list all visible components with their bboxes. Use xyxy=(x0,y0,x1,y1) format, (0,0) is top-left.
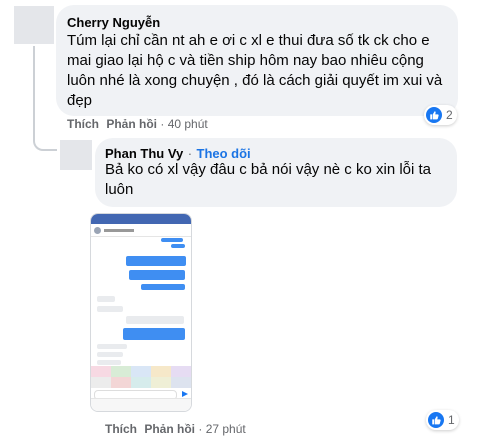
chat-bubble xyxy=(97,352,123,357)
chat-bubble xyxy=(123,328,185,340)
separator: · xyxy=(198,422,206,436)
comment-text-line: đẹp xyxy=(67,92,93,109)
chat-title-bar xyxy=(104,228,134,232)
avatar[interactable] xyxy=(60,140,92,170)
chat-header xyxy=(91,224,191,237)
chat-bubble xyxy=(161,238,183,242)
chat-bubble xyxy=(97,306,123,312)
chat-bubble xyxy=(141,284,185,290)
chat-bubble xyxy=(126,316,184,324)
reaction-summary[interactable]: 1 xyxy=(426,410,459,430)
reply-link[interactable]: Phản hồi xyxy=(106,117,157,131)
chat-bubble xyxy=(97,296,115,302)
comment-text-line: Bả ko có xl vậy đâu c bả nói vậy nè c ko… xyxy=(105,161,432,178)
chat-bubble xyxy=(97,360,121,365)
separator: · xyxy=(160,117,168,131)
comment-author[interactable]: Cherry Nguyễn xyxy=(67,15,160,30)
reply-link[interactable]: Phản hồi xyxy=(144,422,195,436)
comment-bubble: Cherry Nguyễn Túm lại chỉ cần nt ah e ơi… xyxy=(56,5,458,116)
avatar[interactable] xyxy=(14,6,54,44)
comment-text: Túm lại chỉ cần nt ah e ơi c xl e thui đ… xyxy=(67,31,457,111)
reaction-count: 2 xyxy=(446,108,453,122)
comment-text-line: mai giao lại hộ c và tiền ship hôm nay b… xyxy=(67,52,424,69)
like-link[interactable]: Thích xyxy=(105,422,137,436)
chat-bubble xyxy=(126,256,186,266)
comment-bubble: Phan Thu Vy · Theo dõi Bả ko có xl vậy đ… xyxy=(95,138,457,207)
chat-bubble xyxy=(171,244,185,248)
comment-text-line: luôn nhé là xong chuyện , đó là cách giả… xyxy=(67,72,443,89)
chat-avatar-icon xyxy=(94,226,101,234)
separator: · xyxy=(187,146,193,161)
chat-bubble xyxy=(129,270,185,280)
sticker-keyboard xyxy=(91,366,191,388)
comment-actions: Thích Phản hồi · 27 phút xyxy=(105,422,246,436)
comment-text-line: Túm lại chỉ cần nt ah e ơi c xl e thui đ… xyxy=(67,32,430,49)
follow-link[interactable]: Theo dõi xyxy=(197,146,251,161)
thumbs-up-icon xyxy=(426,107,442,123)
comment-time[interactable]: 27 phút xyxy=(206,422,246,436)
phone-status-bar xyxy=(91,214,191,224)
comment-text: Bả ko có xl vậy đâu c bả nói vậy nè c ko… xyxy=(105,160,455,200)
attached-image[interactable] xyxy=(90,213,192,412)
reaction-count: 1 xyxy=(448,413,455,427)
chat-bubble xyxy=(97,344,127,349)
comment-text-line: luôn xyxy=(105,181,134,198)
reaction-summary[interactable]: 2 xyxy=(424,105,457,125)
comment-time[interactable]: 40 phút xyxy=(168,117,208,131)
send-icon xyxy=(182,391,188,397)
reply-thread-line xyxy=(33,46,57,151)
comment-actions: Thích Phản hồi · 40 phút xyxy=(67,117,208,131)
comment-author[interactable]: Phan Thu Vy xyxy=(105,146,183,161)
phone-nav-bar xyxy=(91,398,191,411)
thumbs-up-icon xyxy=(428,412,444,428)
like-link[interactable]: Thích xyxy=(67,117,99,131)
